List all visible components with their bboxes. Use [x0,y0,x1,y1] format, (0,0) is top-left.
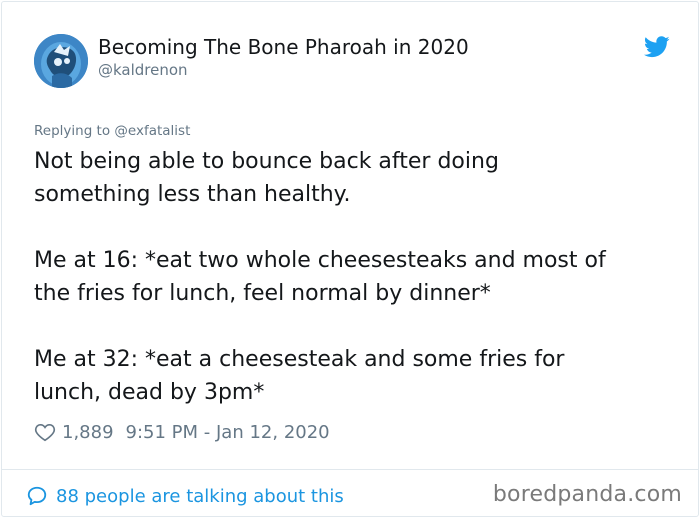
tweet-line: Not being able to bounce back after doin… [34,149,499,174]
watermark: boredpanda.com [492,482,682,507]
speech-bubble-icon [26,485,48,507]
avatar[interactable] [34,34,88,88]
tweet-line: the fries for lunch, feel normal by dinn… [34,281,491,306]
like-count[interactable]: 1,889 [62,422,114,443]
tweet-meta: 1,889 9:51 PM - Jan 12, 2020 [34,419,330,445]
author-name[interactable]: Becoming The Bone Pharoah in 2020 [98,35,469,59]
heart-icon[interactable] [34,421,56,443]
twitter-bird-icon[interactable] [643,36,670,58]
conversation-label: 88 people are talking about this [56,485,344,507]
tweet-line: something less than healthy. [34,182,351,207]
tweet-body: Not being able to bounce back after doin… [34,145,674,409]
divider [2,469,698,470]
reply-to-label[interactable]: Replying to @exfatalist [34,123,190,139]
conversation-link[interactable]: 88 people are talking about this [26,483,344,509]
tweet-line: Me at 32: *eat a cheesesteak and some fr… [34,347,565,372]
tweet-line: lunch, dead by 3pm* [34,380,265,405]
author-handle[interactable]: @kaldrenon [98,61,188,79]
tweet-card: Becoming The Bone Pharoah in 2020 @kaldr… [1,1,699,517]
timestamp[interactable]: 9:51 PM - Jan 12, 2020 [126,422,330,443]
tweet-line: Me at 16: *eat two whole cheesesteaks an… [34,248,606,273]
